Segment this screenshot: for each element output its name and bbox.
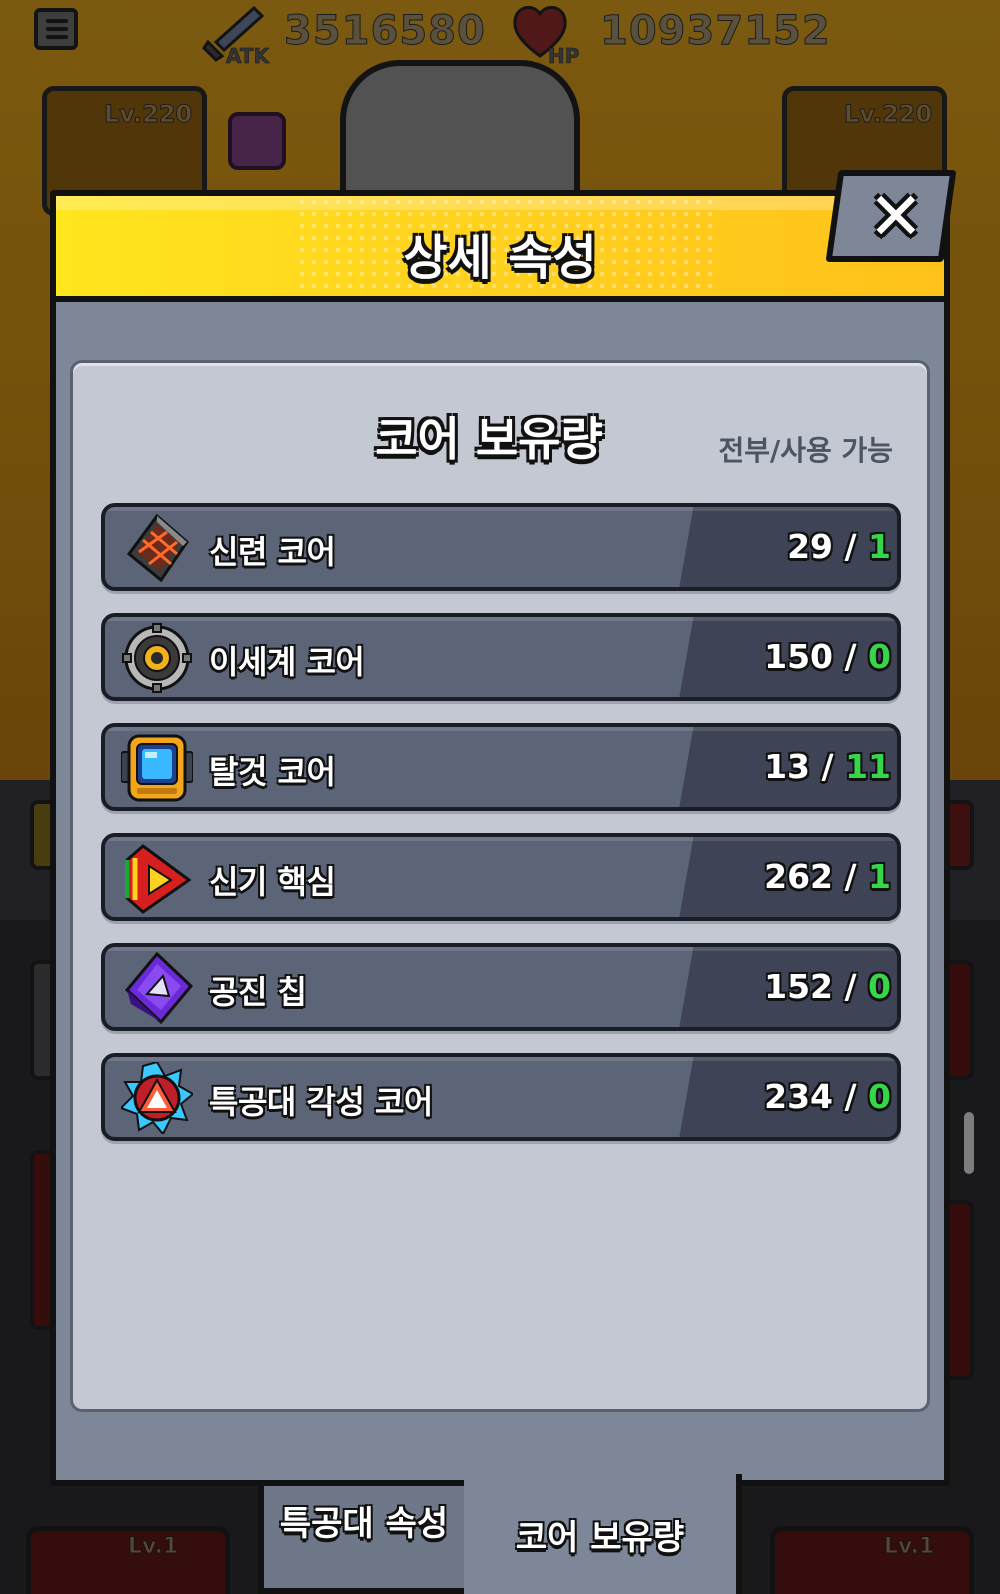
mount-core-icon bbox=[121, 734, 193, 802]
count-separator: / bbox=[833, 967, 869, 1006]
core-count: 262 / 1 bbox=[764, 857, 891, 896]
modal-title: 상세 속성 bbox=[403, 230, 597, 286]
tab-label: 특공대 속성 bbox=[279, 1504, 449, 1544]
core-count: 234 / 0 bbox=[764, 1077, 891, 1116]
core-total: 13 bbox=[764, 747, 811, 786]
core-available: 0 bbox=[868, 967, 891, 1006]
core-count: 29 / 1 bbox=[787, 527, 891, 566]
core-name: 신련 코어 bbox=[209, 533, 336, 571]
core-count: 152 / 0 bbox=[764, 967, 891, 1006]
squad-awakening-core-icon bbox=[121, 1062, 193, 1134]
core-holdings-panel: 코어 보유량 전부/사용 가능 신련 코어 29 / 1 이세계 코어 150 … bbox=[70, 360, 930, 1412]
otherworld-core-icon bbox=[122, 623, 192, 693]
close-button[interactable]: ✕ bbox=[825, 170, 957, 262]
count-separator: / bbox=[833, 527, 869, 566]
close-icon: ✕ bbox=[868, 178, 924, 255]
core-available: 11 bbox=[845, 747, 891, 786]
core-count: 13 / 11 bbox=[764, 747, 891, 786]
artifact-core-icon bbox=[125, 844, 192, 914]
modal-header: 상세 속성 bbox=[56, 196, 944, 302]
core-name: 특공대 각성 코어 bbox=[209, 1083, 433, 1121]
core-name: 탈것 코어 bbox=[209, 753, 336, 791]
core-count: 150 / 0 bbox=[764, 637, 891, 676]
core-row-artifact: 신기 핵심 262 / 1 bbox=[101, 833, 901, 921]
core-row-squad-awakening: 특공대 각성 코어 234 / 0 bbox=[101, 1053, 901, 1141]
tab-label: 코어 보유량 bbox=[515, 1518, 685, 1558]
panel-title-text: 코어 보유량 bbox=[375, 412, 603, 466]
core-row-mount: 탈것 코어 13 / 11 bbox=[101, 723, 901, 811]
count-separator: / bbox=[833, 857, 869, 896]
core-row-training: 신련 코어 29 / 1 bbox=[101, 503, 901, 591]
core-name: 신기 핵심 bbox=[209, 863, 336, 901]
panel-subtitle: 전부/사용 가능 bbox=[718, 434, 893, 467]
count-separator: / bbox=[833, 637, 869, 676]
tab-core-holdings[interactable]: 코어 보유량 bbox=[464, 1474, 742, 1594]
core-available: 0 bbox=[868, 1077, 891, 1116]
detail-attributes-modal: 상세 속성 코어 보유량 전부/사용 가능 신련 코어 29 / 1 이세계 코… bbox=[50, 190, 950, 1486]
core-total: 29 bbox=[787, 527, 833, 566]
core-available: 1 bbox=[868, 857, 891, 896]
core-available: 1 bbox=[868, 527, 891, 566]
core-total: 262 bbox=[764, 857, 833, 896]
training-core-icon bbox=[126, 513, 189, 583]
core-total: 152 bbox=[764, 967, 833, 1006]
core-name: 이세계 코어 bbox=[209, 643, 365, 681]
tab-squad-attributes[interactable]: 특공대 속성 bbox=[258, 1480, 470, 1594]
count-separator: / bbox=[810, 747, 846, 786]
core-available: 0 bbox=[868, 637, 891, 676]
core-row-resonance: 공진 칩 152 / 0 bbox=[101, 943, 901, 1031]
core-name: 공진 칩 bbox=[209, 973, 307, 1011]
count-separator: / bbox=[833, 1077, 869, 1116]
core-total: 150 bbox=[764, 637, 833, 676]
core-row-otherworld: 이세계 코어 150 / 0 bbox=[101, 613, 901, 701]
core-total: 234 bbox=[764, 1077, 833, 1116]
resonance-chip-icon bbox=[124, 952, 193, 1024]
